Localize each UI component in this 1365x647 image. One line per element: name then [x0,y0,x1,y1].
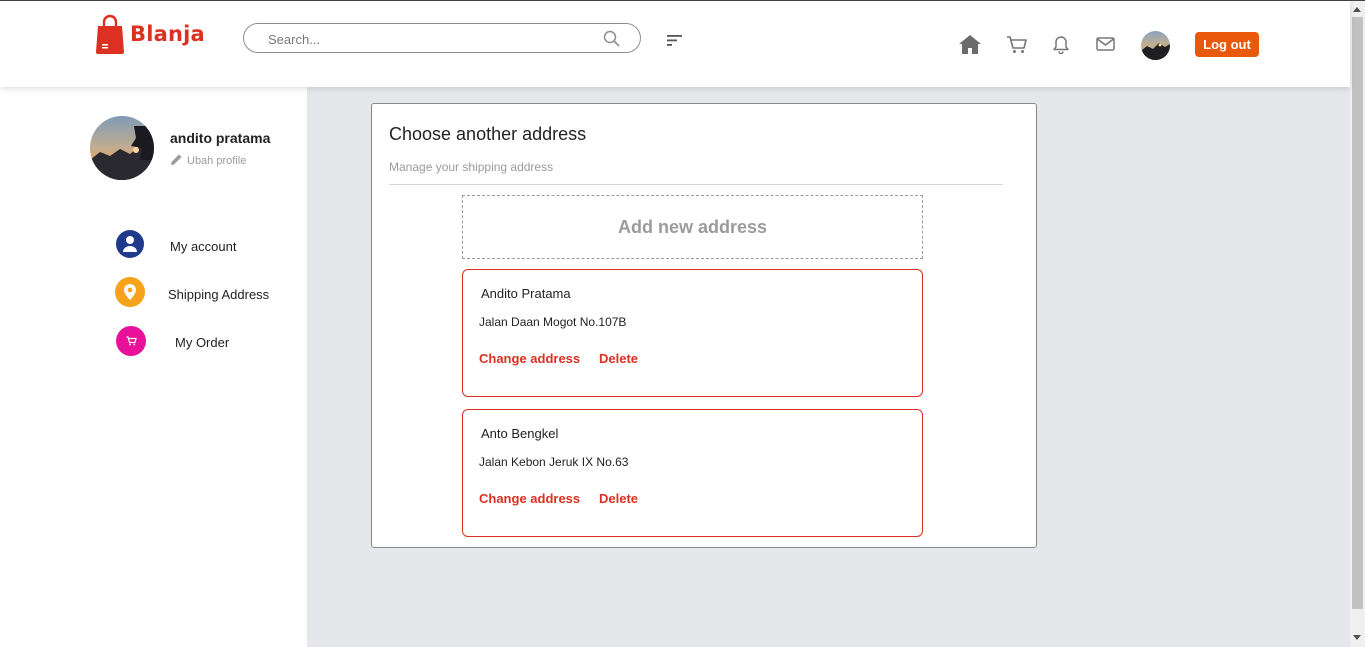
profile-name: andito pratama [170,130,271,146]
cart-icon[interactable] [1006,35,1028,59]
sidebar-item-my-account[interactable] [116,230,144,258]
address-item[interactable]: Anto Bengkel Jalan Kebon Jeruk IX No.63 … [462,409,923,537]
address-item[interactable]: Andito Pratama Jalan Daan Mogot No.107B … [462,269,923,397]
filter-icon[interactable] [667,34,683,52]
sidebar-item-label-shipping-address[interactable]: Shipping Address [168,287,269,302]
delete-address-button[interactable]: Delete [599,491,638,506]
add-new-address-button[interactable]: Add new address [462,195,923,259]
search-input[interactable] [266,29,590,49]
edit-profile-link[interactable]: Ubah profile [170,153,246,169]
address-recipient-name: Andito Pratama [481,286,571,301]
map-pin-icon [115,277,145,307]
logout-button[interactable]: Log out [1195,32,1259,57]
pencil-icon [170,153,183,169]
delete-address-button[interactable]: Delete [599,351,638,366]
mail-icon[interactable] [1096,37,1115,57]
page-subtitle: Manage your shipping address [389,160,554,174]
search-bar [243,23,641,53]
order-cart-icon [116,326,146,356]
edit-profile-label: Ubah profile [187,155,247,167]
sidebar-item-my-order[interactable] [116,326,146,356]
user-avatar[interactable] [1141,31,1170,60]
sidebar: andito pratama Ubah profile My account S… [0,87,307,647]
vertical-scrollbar[interactable] [1350,1,1365,647]
divider [389,184,1003,185]
address-card: Choose another address Manage your shipp… [371,103,1037,548]
page-title: Choose another address [389,124,587,144]
scroll-up-arrow-icon[interactable] [1353,7,1361,12]
search-icon[interactable] [603,30,620,52]
address-line: Jalan Kebon Jeruk IX No.63 [479,455,629,469]
address-recipient-name: Anto Bengkel [481,426,559,441]
shopping-bag-icon [95,14,125,54]
address-line: Jalan Daan Mogot No.107B [479,315,627,329]
home-icon[interactable] [958,34,982,59]
change-address-button[interactable]: Change address [479,351,580,366]
top-navbar: Blanja Search... Log out [0,1,1350,87]
sidebar-item-label-my-account[interactable]: My account [170,239,236,254]
sidebar-item-shipping-address[interactable] [115,277,145,307]
user-icon [116,230,144,258]
scroll-down-arrow-icon[interactable] [1353,635,1361,640]
profile-avatar [90,116,154,180]
bell-icon[interactable] [1052,35,1070,59]
scrollbar-thumb[interactable] [1352,17,1363,609]
sidebar-item-label-my-order[interactable]: My Order [175,335,229,350]
brand-logo[interactable]: Blanja [95,14,205,54]
brand-name: Blanja [130,22,205,46]
change-address-button[interactable]: Change address [479,491,580,506]
